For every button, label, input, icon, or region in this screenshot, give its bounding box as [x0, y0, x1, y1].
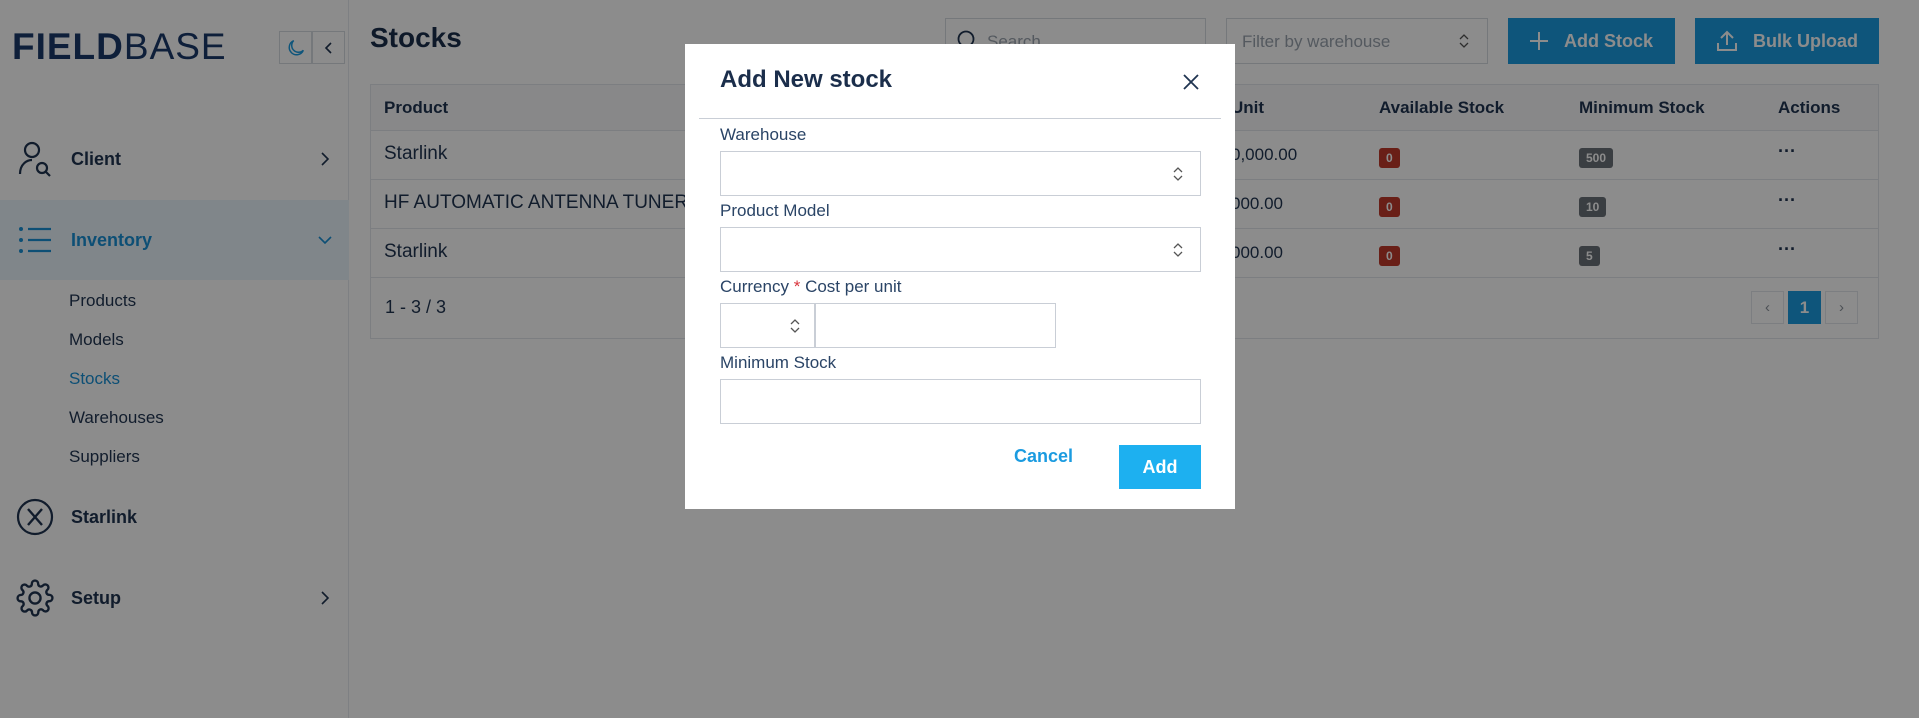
minimum-stock-label: Minimum Stock	[720, 353, 837, 372]
product-model-label: Product Model	[720, 201, 830, 220]
add-stock-modal: Add New stock Warehouse Product Model Cu…	[685, 44, 1235, 509]
minimum-stock-input[interactable]	[720, 379, 1201, 424]
select-arrows-icon	[1173, 242, 1183, 263]
required-marker: *	[793, 277, 801, 296]
currency-label: Currency	[720, 277, 789, 296]
cancel-button[interactable]: Cancel	[1014, 446, 1073, 467]
add-button[interactable]: Add	[1119, 445, 1201, 489]
cost-per-unit-label: Cost per unit	[805, 277, 902, 296]
close-icon	[1183, 74, 1199, 90]
currency-cost-label: Currency * Cost per unit	[720, 277, 901, 297]
select-arrows-icon	[790, 318, 800, 339]
currency-select[interactable]	[720, 303, 815, 348]
modal-title: Add New stock	[720, 66, 893, 93]
cost-per-unit-input[interactable]	[815, 303, 1056, 348]
warehouse-label: Warehouse	[720, 125, 807, 144]
warehouse-select[interactable]	[720, 151, 1201, 196]
modal-divider	[699, 118, 1221, 119]
modal-close-button[interactable]	[1179, 70, 1203, 94]
select-arrows-icon	[1173, 166, 1183, 187]
product-model-select[interactable]	[720, 227, 1201, 272]
